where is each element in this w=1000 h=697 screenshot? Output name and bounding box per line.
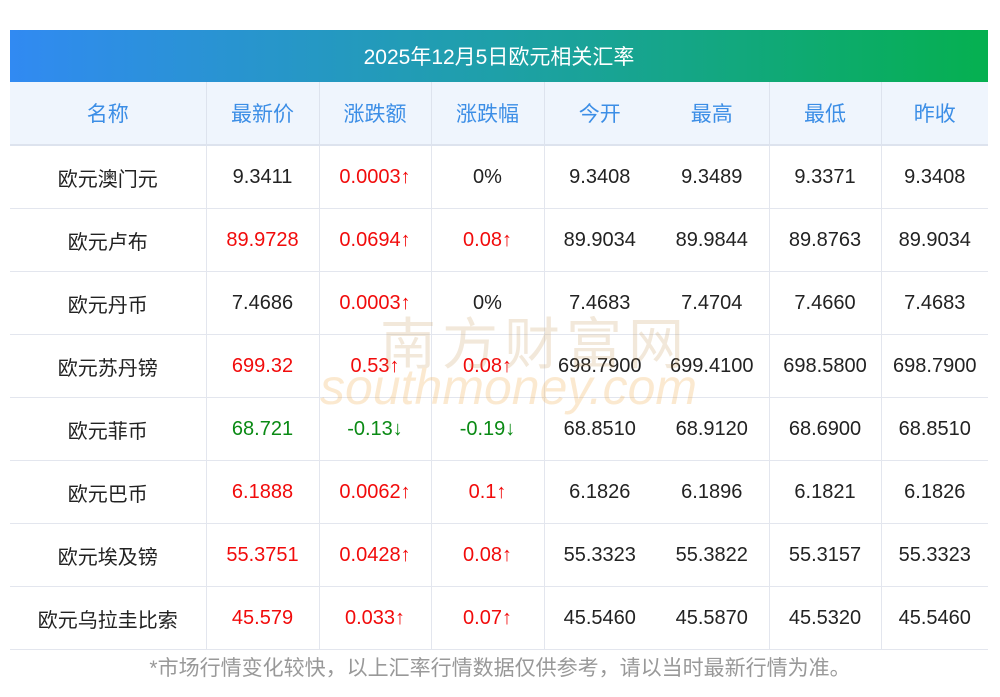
disclaimer-footer: *市场行情变化较快，以上汇率行情数据仅供参考，请以当时最新行情为准。 (149, 657, 851, 680)
cell-open: 6.1826 (543, 460, 655, 524)
cell-prev: 698.7900 (880, 334, 988, 398)
cell-prev: 55.3323 (880, 523, 988, 587)
column-header: 涨跌幅 (430, 82, 544, 146)
cell-low: 89.8763 (768, 208, 881, 272)
cell-name: 欧元埃及镑 (10, 523, 206, 587)
cell-high: 699.4100 (655, 334, 769, 398)
cell-pct: -0.19↓ (430, 397, 544, 461)
cell-name: 欧元菲币 (10, 397, 206, 461)
table-row: 欧元卢布 89.9728 0.0694↑ 0.08↑ 89.9034 89.9844 89.… (10, 208, 988, 272)
table-row: 欧元埃及镑 55.3751 0.0428↑ 0.08↑ 55.3323 55.3822 55… (10, 523, 988, 587)
cell-pct: 0.08↑ (430, 334, 544, 398)
cell-pct: 0% (430, 271, 544, 335)
cell-prev: 9.3408 (880, 145, 988, 209)
cell-pct: 0.08↑ (430, 523, 544, 587)
column-header: 今开 (543, 82, 655, 146)
cell-open: 68.8510 (543, 397, 655, 461)
cell-open: 9.3408 (543, 145, 655, 209)
cell-change: 0.0003↑ (318, 145, 431, 209)
cell-low: 68.6900 (768, 397, 881, 461)
cell-change: 0.033↑ (318, 586, 431, 650)
table-row: 欧元菲币 68.721 -0.13↓ -0.19↓ 68.8510 68.9120 68.6… (10, 397, 988, 461)
cell-low: 55.3157 (768, 523, 881, 587)
cell-pct: 0.07↑ (430, 586, 544, 650)
cell-prev: 89.9034 (880, 208, 988, 272)
cell-low: 698.5800 (768, 334, 881, 398)
cell-name: 欧元苏丹镑 (10, 334, 206, 398)
cell-name: 欧元巴币 (10, 460, 206, 524)
cell-low: 7.4660 (768, 271, 881, 335)
cell-high: 45.5870 (655, 586, 769, 650)
cell-pct: 0% (430, 145, 544, 209)
cell-open: 55.3323 (543, 523, 655, 587)
table-header-row: 名称 最新价 涨跌额 涨跌幅 今开 最高 最低 昨收 (10, 82, 988, 146)
table-row: 欧元巴币 6.1888 0.0062↑ 0.1↑ 6.1826 6.1896 6.1821 6… (10, 460, 988, 524)
cell-change: 0.0428↑ (318, 523, 431, 587)
cell-open: 7.4683 (543, 271, 655, 335)
table-row: 欧元苏丹镑 699.32 0.53↑ 0.08↑ 698.7900 699.4100 698… (10, 334, 988, 398)
cell-change: -0.13↓ (318, 397, 431, 461)
cell-prev: 45.5460 (880, 586, 988, 650)
cell-change: 0.0003↑ (318, 271, 431, 335)
cell-high: 6.1896 (655, 460, 769, 524)
cell-price: 68.721 (205, 397, 319, 461)
cell-high: 89.9844 (655, 208, 769, 272)
table-row: 欧元乌拉圭比索 45.579 0.033↑ 0.07↑ 45.5460 45.5870 45… (10, 586, 988, 650)
cell-low: 9.3371 (768, 145, 881, 209)
cell-pct: 0.08↑ (430, 208, 544, 272)
cell-open: 89.9034 (543, 208, 655, 272)
cell-high: 9.3489 (655, 145, 769, 209)
cell-price: 6.1888 (205, 460, 319, 524)
cell-high: 55.3822 (655, 523, 769, 587)
cell-high: 7.4704 (655, 271, 769, 335)
cell-name: 欧元乌拉圭比索 (10, 586, 206, 650)
cell-price: 89.9728 (205, 208, 319, 272)
column-header: 名称 (10, 82, 206, 146)
cell-prev: 68.8510 (880, 397, 988, 461)
cell-change: 0.0062↑ (318, 460, 431, 524)
column-header: 最低 (768, 82, 881, 146)
cell-name: 欧元丹币 (10, 271, 206, 335)
cell-pct: 0.1↑ (430, 460, 544, 524)
cell-high: 68.9120 (655, 397, 769, 461)
cell-open: 698.7900 (543, 334, 655, 398)
column-header: 最高 (655, 82, 769, 146)
cell-prev: 7.4683 (880, 271, 988, 335)
cell-low: 6.1821 (768, 460, 881, 524)
cell-price: 7.4686 (205, 271, 319, 335)
cell-price: 45.579 (205, 586, 319, 650)
column-header: 涨跌额 (318, 82, 431, 146)
cell-change: 0.0694↑ (318, 208, 431, 272)
cell-open: 45.5460 (543, 586, 655, 650)
column-header: 昨收 (880, 82, 988, 146)
cell-name: 欧元卢布 (10, 208, 206, 272)
cell-price: 55.3751 (205, 523, 319, 587)
cell-price: 9.3411 (205, 145, 319, 209)
table-row: 欧元丹币 7.4686 0.0003↑ 0% 7.4683 7.4704 7.4660 7.4… (10, 271, 988, 335)
cell-low: 45.5320 (768, 586, 881, 650)
cell-name: 欧元澳门元 (10, 145, 206, 209)
cell-price: 699.32 (205, 334, 319, 398)
table-row: 欧元澳门元 9.3411 0.0003↑ 0% 9.3408 9.3489 9.3371 9.… (10, 145, 988, 209)
exchange-rate-table: 名称 最新价 涨跌额 涨跌幅 今开 最高 最低 昨收 欧元澳门元 9.3411 0.… (10, 82, 988, 650)
page-title: 2025年12月5日欧元相关汇率 (10, 30, 988, 82)
cell-prev: 6.1826 (880, 460, 988, 524)
cell-change: 0.53↑ (318, 334, 431, 398)
column-header: 最新价 (205, 82, 319, 146)
